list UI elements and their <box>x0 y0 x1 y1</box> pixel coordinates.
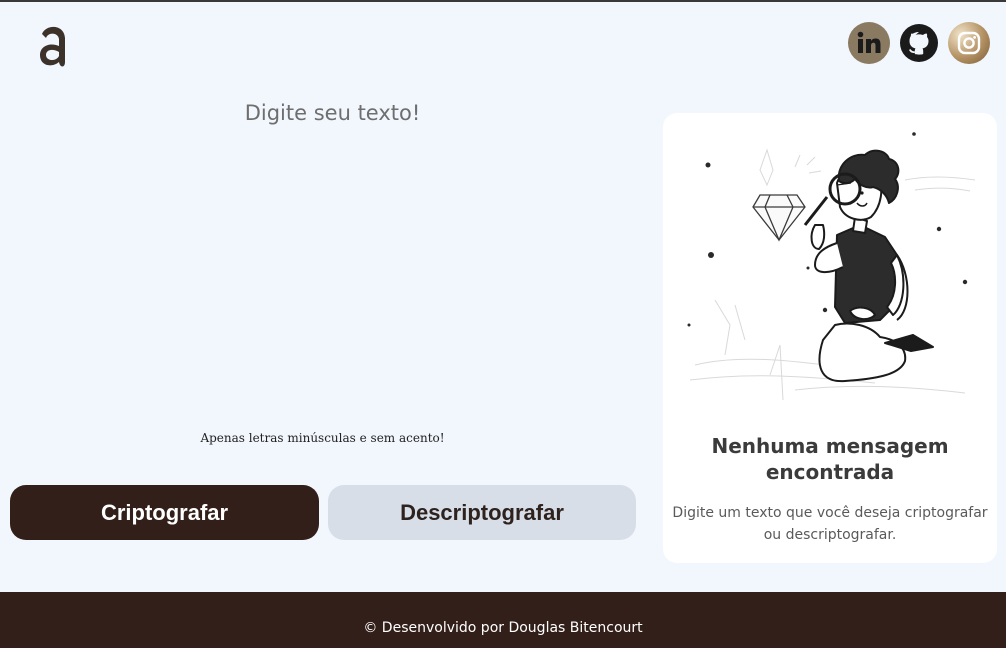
decrypt-button[interactable]: Descriptografar <box>328 485 636 540</box>
logo <box>34 22 74 70</box>
social-links <box>848 22 990 64</box>
output-card: Nenhuma mensagem encontrada Digite um te… <box>663 113 997 563</box>
github-icon <box>900 24 938 62</box>
instagram-icon <box>957 31 981 55</box>
person-magnifying-glass-illustration <box>687 132 976 401</box>
linkedin-icon <box>857 31 881 53</box>
footer: © Desenvolvido por Douglas Bitencourt <box>0 592 1006 648</box>
instagram-link[interactable] <box>948 22 990 64</box>
footer-credit: © Desenvolvido por Douglas Bitencourt <box>363 620 643 636</box>
message-input[interactable] <box>30 97 635 417</box>
letter-a-logo-icon <box>40 26 65 67</box>
encrypt-button[interactable]: Criptografar <box>10 485 319 540</box>
empty-state-description: Digite um texto que você deseja criptogr… <box>672 505 988 543</box>
github-link[interactable] <box>898 22 940 64</box>
input-hint: Apenas letras minúsculas e sem acento! <box>200 431 445 445</box>
empty-state-title: Nenhuma mensagem encontrada <box>711 434 949 484</box>
linkedin-link[interactable] <box>848 22 890 64</box>
